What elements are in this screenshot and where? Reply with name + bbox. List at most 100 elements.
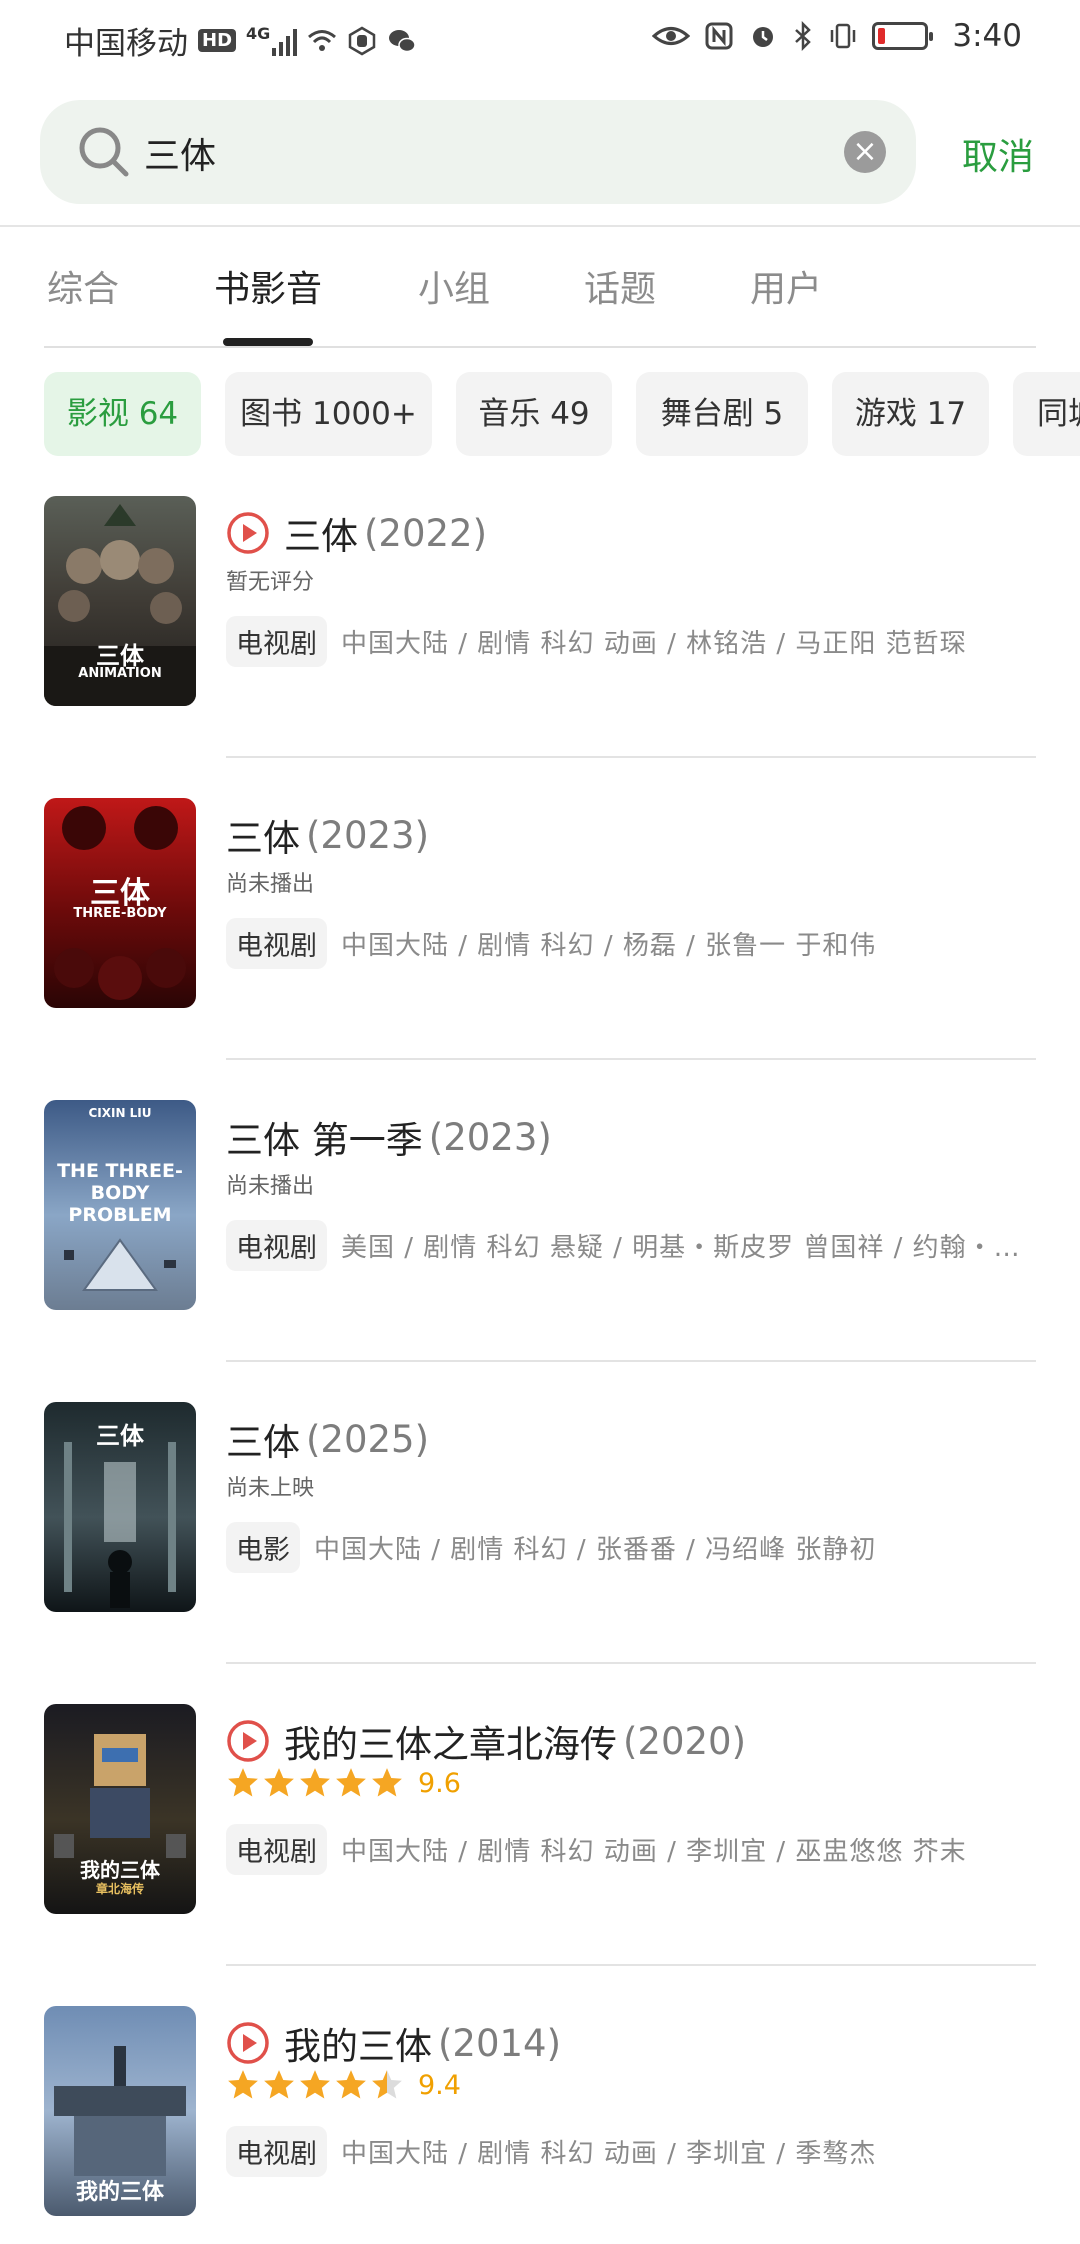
star-icon: [336, 2070, 366, 2099]
result-title[interactable]: 三体 (2022): [226, 506, 487, 560]
play-icon: [227, 2022, 269, 2064]
result-title[interactable]: 三体 (2023): [226, 808, 429, 862]
divider: [226, 1360, 1036, 1362]
result-title-text: 三体: [284, 515, 358, 558]
poster-subtitle: THREE-BODY: [73, 906, 167, 921]
poster-subtitle: ANIMATION: [78, 666, 162, 681]
poster-subtitle: 章北海传: [95, 1882, 144, 1896]
type-tag: 电视剧: [226, 918, 327, 969]
result-title[interactable]: 我的三体之章北海传 (2020): [226, 1714, 746, 1768]
search-query[interactable]: 三体: [144, 127, 216, 179]
rating-score: 9.4: [418, 2069, 461, 2101]
star-icon: [372, 1768, 402, 1797]
meta-text: 美国 / 剧情 科幻 悬疑 / 明基・斯皮罗 曾国祥 / 约翰・…: [341, 1233, 1021, 1263]
result-title[interactable]: 三体 第一季 (2023): [226, 1110, 552, 1164]
search-bar: 三体 × 取消: [0, 100, 1080, 205]
rating-status: 尚未上映: [226, 1476, 315, 1501]
active-tab-indicator: [223, 338, 313, 346]
star-icon: [300, 1768, 330, 1797]
poster-title: 我的三体: [80, 1858, 160, 1882]
divider: [226, 1662, 1036, 1664]
chip-music[interactable]: 音乐 49: [456, 372, 612, 456]
result-title-text: 我的三体之章北海传: [284, 1723, 617, 1766]
tab-general[interactable]: 综合: [47, 260, 119, 312]
search-input[interactable]: 三体 ×: [40, 100, 916, 204]
poster-title: 我的三体: [75, 2180, 164, 2205]
star-icon: [228, 1768, 258, 1797]
result-item[interactable]: 三体 THREE-BODY 三体 (2023) 尚未播出 电视剧 中国大陆 / 剧…: [0, 798, 1080, 1098]
type-tag: 电视剧: [226, 1824, 327, 1875]
meta-text: 中国大陆 / 剧情 科幻 / 张番番 / 冯绍峰 张静初: [314, 1535, 877, 1565]
alarm-icon: [753, 27, 774, 47]
network-type: 4G: [246, 24, 271, 43]
result-title[interactable]: 我的三体 (2014): [226, 2016, 561, 2070]
rating-status: 尚未播出: [226, 872, 315, 897]
clear-icon[interactable]: ×: [844, 131, 886, 173]
cancel-button[interactable]: 取消: [962, 128, 1034, 180]
result-year: (2022): [364, 511, 488, 555]
tab-topics[interactable]: 话题: [584, 260, 656, 312]
play-icon: [227, 512, 269, 554]
star-icon: [336, 1768, 366, 1797]
poster-image[interactable]: 三体 ANIMATION: [44, 496, 196, 706]
half-star-icon: [372, 2070, 402, 2099]
poster-image[interactable]: 三体 THREE-BODY: [44, 798, 196, 1008]
result-item[interactable]: 我的三体 我的三体 (2014) 9.4 电视剧 中国大陆 / 剧情 科幻 动画 …: [0, 2006, 1080, 2244]
result-title-text: 三体 第一季: [226, 1119, 423, 1162]
result-item[interactable]: 我的三体 章北海传 我的三体之章北海传 (2020) 9.6 电视剧 中国大陆 /…: [0, 1704, 1080, 2004]
category-tabs: 综合 书影音 小组 话题 用户: [0, 260, 1080, 350]
type-tag: 电视剧: [226, 1220, 327, 1271]
chip-local[interactable]: 同城: [1013, 372, 1080, 456]
wifi-icon: [308, 29, 337, 51]
search-icon: [79, 127, 129, 177]
result-item[interactable]: 三体 ANIMATION 三体 (2022) 暂无评分 电视剧 中国大陆 / 剧情…: [0, 496, 1080, 796]
star-icon: [228, 2070, 258, 2099]
result-year: (2014): [438, 2021, 562, 2065]
meta-text: 中国大陆 / 剧情 科幻 动画 / 林铭浩 / 马正阳 范哲琛: [341, 629, 967, 659]
play-icon: [227, 1720, 269, 1762]
meta-text: 中国大陆 / 剧情 科幻 动画 / 李圳宜 / 巫盅悠悠 芥末: [341, 1837, 967, 1867]
result-meta: 电视剧 美国 / 剧情 科幻 悬疑 / 明基・斯皮罗 曾国祥 / 约翰・…: [226, 1220, 1021, 1271]
rating: 9.4: [226, 2068, 461, 2102]
result-title-text: 三体: [226, 1421, 300, 1464]
vibrate-icon: [831, 23, 856, 49]
filter-chips: 影视 64 图书 1000+ 音乐 49 舞台剧 5 游戏 17 同城: [44, 372, 1080, 458]
result-year: (2023): [428, 1115, 552, 1159]
poster-image[interactable]: CIXIN LIU THE THREE-BODY PROBLEM: [44, 1100, 196, 1310]
result-title-text: 三体: [226, 817, 300, 860]
result-item[interactable]: CIXIN LIU THE THREE-BODY PROBLEM 三体 第一季(…: [0, 1100, 1080, 1400]
battery-icon: [872, 22, 934, 50]
rating-status: 暂无评分: [226, 570, 315, 595]
result-title[interactable]: 三体 (2025): [226, 1412, 429, 1466]
result-meta: 电视剧 中国大陆 / 剧情 科幻 动画 / 李圳宜 / 巫盅悠悠 芥末: [226, 1824, 967, 1875]
eye-icon: [652, 27, 691, 45]
star-icon: [300, 2070, 330, 2099]
result-meta: 电视剧 中国大陆 / 剧情 科幻 / 杨磊 / 张鲁一 于和伟: [226, 918, 876, 969]
clock: 3:40: [952, 18, 1022, 54]
carrier-label: 中国移动: [64, 26, 188, 62]
poster-image[interactable]: 我的三体 章北海传: [44, 1704, 196, 1914]
tab-groups[interactable]: 小组: [418, 260, 490, 312]
chip-stage[interactable]: 舞台剧 5: [636, 372, 808, 456]
chip-games[interactable]: 游戏 17: [832, 372, 989, 456]
chip-books[interactable]: 图书 1000+: [225, 372, 432, 456]
meta-text: 中国大陆 / 剧情 科幻 动画 / 李圳宜 / 季骜杰: [341, 2139, 877, 2169]
tab-books-movies-music[interactable]: 书影音: [214, 260, 322, 312]
result-item[interactable]: 三体 三体 (2025) 尚未上映 电影 中国大陆 / 剧情 科幻 / 张番番 /…: [0, 1402, 1080, 1702]
signal-icon: [272, 26, 298, 56]
poster-title: 三体: [96, 1422, 144, 1450]
rating-status: 尚未播出: [226, 1174, 315, 1199]
hd-icon: HD: [198, 29, 237, 52]
chip-film-tv[interactable]: 影视 64: [44, 372, 201, 456]
wechat-icon: [389, 29, 417, 52]
result-year: (2025): [306, 1417, 430, 1461]
tab-users[interactable]: 用户: [750, 260, 822, 312]
type-tag: 电影: [226, 1522, 300, 1573]
result-meta: 电影 中国大陆 / 剧情 科幻 / 张番番 / 冯绍峰 张静初: [226, 1522, 876, 1573]
result-year: (2023): [306, 813, 430, 857]
bluetooth-icon: [795, 21, 812, 51]
divider: [226, 1964, 1036, 1966]
poster-image[interactable]: 三体: [44, 1402, 196, 1612]
poster-image[interactable]: 我的三体: [44, 2006, 196, 2216]
result-year: (2020): [623, 1719, 747, 1763]
